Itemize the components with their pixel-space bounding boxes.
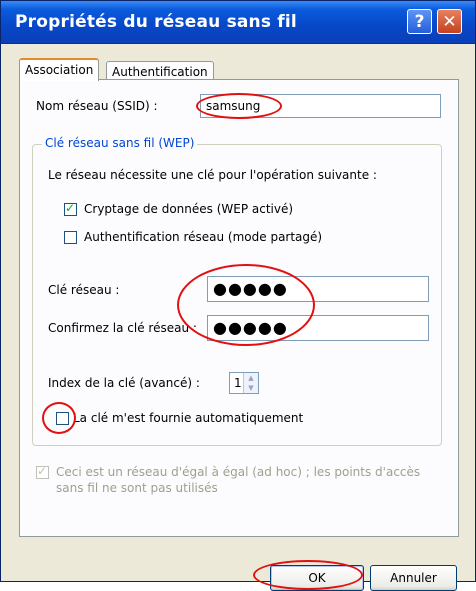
tab-association[interactable]: Association	[19, 58, 100, 81]
title-bar[interactable]: Propriétés du réseau sans fil ? ✕	[1, 1, 475, 44]
wep-description: Le réseau nécessite une clé pour l'opéra…	[48, 168, 377, 182]
wep-group-legend: Clé réseau sans fil (WEP)	[42, 136, 198, 150]
help-icon: ?	[414, 11, 425, 32]
auto-key-label[interactable]: La clé m'est fournie automatiquement	[73, 411, 303, 425]
network-key-label: Clé réseau :	[48, 283, 120, 297]
encryption-checkbox[interactable]	[64, 201, 77, 216]
cancel-button[interactable]: Annuler	[370, 565, 457, 591]
annotation-ellipse-ok	[253, 560, 363, 590]
adhoc-checkbox	[36, 464, 49, 479]
shared-auth-checkbox[interactable]	[64, 231, 77, 244]
shared-auth-label[interactable]: Authentification réseau (mode partagé)	[84, 230, 322, 244]
confirm-key-label: Confirmez la clé réseau :	[48, 321, 197, 335]
tab-authentification[interactable]: Authentification	[106, 61, 214, 80]
help-button[interactable]: ?	[407, 9, 432, 34]
annotation-ellipse-keys	[177, 264, 315, 346]
key-index-spinner[interactable]: 1 ▲ ▼	[229, 372, 259, 394]
ssid-label: Nom réseau (SSID) :	[36, 99, 158, 113]
close-button[interactable]: ✕	[437, 9, 462, 34]
close-icon: ✕	[442, 11, 457, 32]
key-index-label: Index de la clé (avancé) :	[48, 376, 200, 390]
encryption-label[interactable]: Cryptage de données (WEP activé)	[84, 202, 293, 216]
adhoc-label-line1: Ceci est un réseau d'égal à égal (ad hoc…	[56, 465, 421, 479]
spinner-arrows[interactable]: ▲ ▼	[243, 373, 258, 393]
key-index-value: 1	[234, 376, 242, 390]
spin-down-icon[interactable]: ▼	[244, 383, 258, 393]
spin-up-icon[interactable]: ▲	[244, 373, 258, 383]
annotation-ellipse-autokey	[42, 402, 76, 434]
window-title: Propriétés du réseau sans fil	[15, 12, 297, 32]
adhoc-label-line2: sans fil ne sont pas utilisés	[56, 481, 218, 495]
annotation-ellipse-ssid	[196, 93, 282, 119]
